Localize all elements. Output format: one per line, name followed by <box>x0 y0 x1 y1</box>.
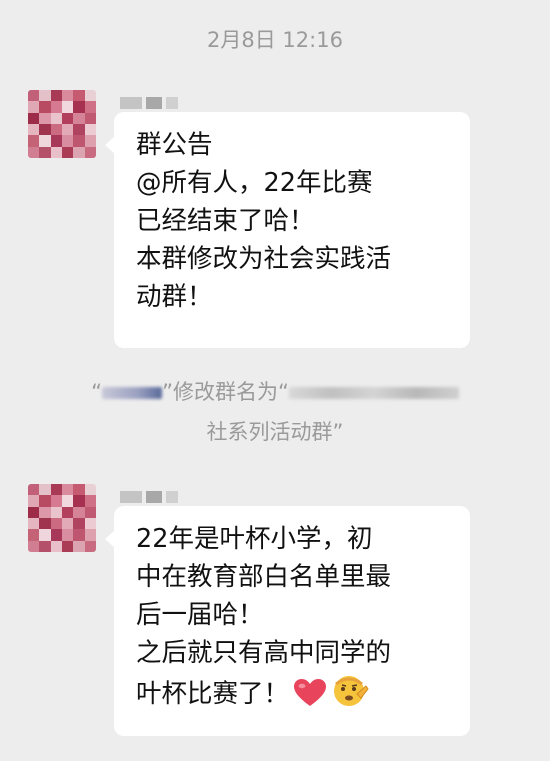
sender-name <box>120 490 180 504</box>
message-line-last: 叶杯比赛了！ <box>136 672 448 719</box>
message-line: 之后就只有高中同学的 <box>136 638 392 668</box>
message-line: 后一届哈！ <box>136 600 264 630</box>
message-bubble[interactable]: 22年是叶杯小学，初 中在教育部白名单里最 后一届哈！ 之后就只有高中同学的 叶… <box>105 506 470 736</box>
message-line: 群公告 <box>136 130 213 160</box>
system-notice-line-1: “ ”修改群名为“ <box>0 372 550 412</box>
notice-action: ”修改群名为“ <box>162 380 289 404</box>
notice-quote: “ <box>91 380 103 404</box>
redacted-name <box>102 387 163 399</box>
chat-timestamp: 2月8日 12:16 <box>207 28 343 52</box>
message-line: 已经结束了哈！ <box>136 206 315 236</box>
heart-icon <box>293 678 327 719</box>
avatar[interactable] <box>28 484 96 552</box>
salute-face-icon <box>331 672 369 719</box>
message-line: 动群！ <box>136 282 213 312</box>
message-bubble[interactable]: 群公告 @所有人，22年比赛 已经结束了哈！ 本群修改为社会实践活 动群！ <box>105 112 470 348</box>
system-notice-line-2: 社系列活动群” <box>206 420 344 444</box>
system-notice: “ ”修改群名为“ 社系列活动群” <box>0 372 550 452</box>
sender-name <box>120 96 180 110</box>
message-line-text: 叶杯比赛了！ <box>136 679 290 709</box>
avatar[interactable] <box>28 90 96 158</box>
message-line: 中在教育部白名单里最 <box>136 562 392 592</box>
message-line: 本群修改为社会实践活 <box>136 244 392 274</box>
message-line: 22年是叶杯小学，初 <box>136 524 373 554</box>
redacted-group-name <box>288 387 459 399</box>
message-line: @所有人，22年比赛 <box>136 168 373 198</box>
